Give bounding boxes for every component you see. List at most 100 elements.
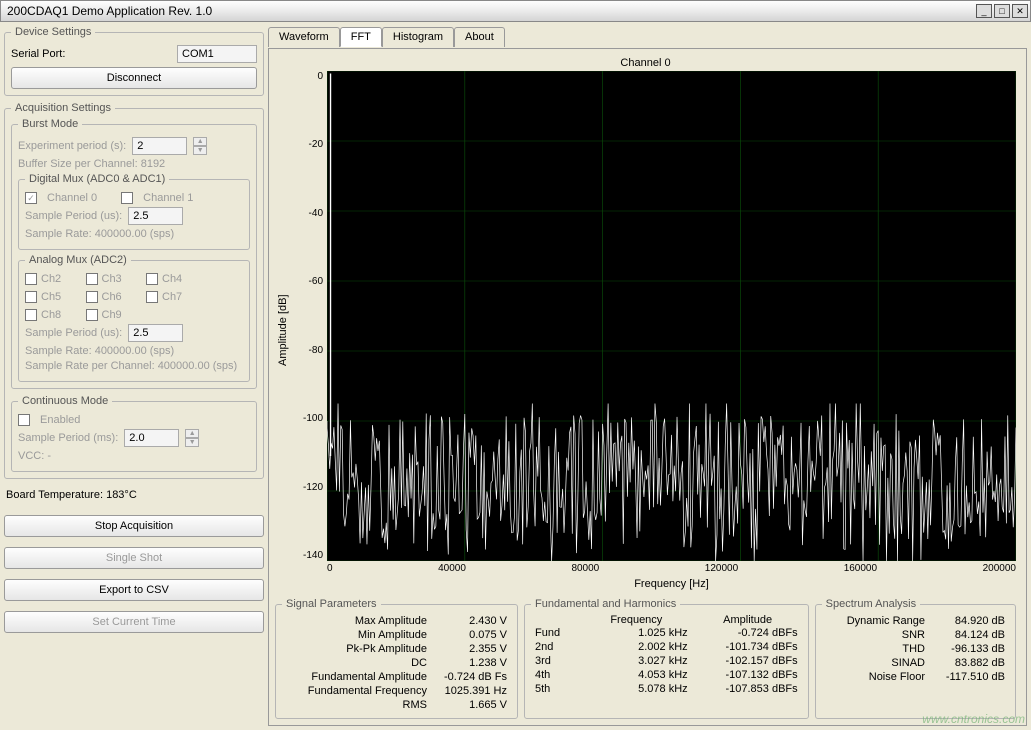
fft-plot (327, 71, 1016, 561)
continuous-sample-period-spinner[interactable]: ▲▼ (185, 429, 199, 447)
ch4-label: Ch4 (162, 273, 182, 285)
minimize-button[interactable]: _ (976, 4, 992, 18)
spec-value: 83.882 dB (925, 657, 1005, 669)
disconnect-button[interactable]: Disconnect (11, 67, 257, 89)
chart-container: Channel 0 Amplitude [dB] 0 -20 -40 -60 -… (268, 48, 1027, 726)
amux-sample-period-field[interactable] (128, 324, 183, 342)
spec-value: 84.920 dB (925, 615, 1005, 627)
xtick: 200000 (983, 563, 1016, 574)
param-value: 0.075 V (427, 629, 507, 641)
dmux-sample-period-label: Sample Period (us): (25, 210, 122, 222)
device-settings-group: Device Settings Serial Port: Disconnect (4, 26, 264, 96)
tab-fft[interactable]: FFT (340, 27, 382, 47)
ch4-checkbox[interactable] (146, 273, 158, 285)
param-key: Pk-Pk Amplitude (286, 643, 427, 655)
param-key: DC (286, 657, 427, 669)
tab-histogram[interactable]: Histogram (382, 27, 454, 47)
spec-value: 84.124 dB (925, 629, 1005, 641)
right-panel: Waveform FFT Histogram About Channel 0 A… (268, 26, 1027, 726)
harm-name: 2nd (535, 641, 575, 653)
continuous-sample-period-label: Sample Period (ms): (18, 432, 118, 444)
acquisition-settings-legend: Acquisition Settings (11, 102, 115, 114)
ytick: -80 (291, 345, 323, 356)
tab-about[interactable]: About (454, 27, 505, 47)
ch9-label: Ch9 (102, 309, 122, 321)
serial-port-field[interactable] (177, 45, 257, 63)
harmonics-group: Fundamental and Harmonics Frequency Ampl… (524, 598, 809, 719)
channel-0-checkbox[interactable]: ✓ (25, 192, 37, 204)
left-panel: Device Settings Serial Port: Disconnect … (4, 26, 264, 726)
harm-amp: -107.132 dBFs (698, 669, 798, 681)
export-csv-button[interactable]: Export to CSV (4, 579, 264, 601)
harm-freq: 4.053 kHz (575, 669, 698, 681)
harm-freq: 2.002 kHz (575, 641, 698, 653)
harm-amp: -102.157 dBFs (698, 655, 798, 667)
ch3-label: Ch3 (102, 273, 122, 285)
ytick: -120 (291, 482, 323, 493)
param-key: RMS (286, 699, 427, 711)
tab-strip: Waveform FFT Histogram About (268, 26, 1027, 46)
single-shot-button[interactable]: Single Shot (4, 547, 264, 569)
dmux-sample-period-field[interactable] (128, 207, 183, 225)
signal-parameters-group: Signal Parameters Max Amplitude2.430 VMi… (275, 598, 518, 719)
param-key: Fundamental Amplitude (286, 671, 427, 683)
param-key: Max Amplitude (286, 615, 427, 627)
spec-key: SINAD (826, 657, 925, 669)
continuous-mode-legend: Continuous Mode (18, 395, 112, 407)
buffer-size-label: Buffer Size per Channel: 8192 (18, 158, 165, 170)
ch6-checkbox[interactable] (86, 291, 98, 303)
tab-waveform[interactable]: Waveform (268, 27, 340, 47)
ch2-label: Ch2 (41, 273, 61, 285)
ch8-checkbox[interactable] (25, 309, 37, 321)
dmux-sample-rate-label: Sample Rate: 400000.00 (sps) (25, 228, 174, 240)
harm-name: Fund (535, 627, 575, 639)
harmonics-amp-header: Amplitude (698, 614, 798, 626)
param-value: 1025.391 Hz (427, 685, 507, 697)
amux-sample-period-label: Sample Period (us): (25, 327, 122, 339)
harm-freq: 3.027 kHz (575, 655, 698, 667)
continuous-enabled-checkbox[interactable] (18, 414, 30, 426)
ch7-checkbox[interactable] (146, 291, 158, 303)
param-value: 1.665 V (427, 699, 507, 711)
ch9-checkbox[interactable] (86, 309, 98, 321)
spec-value: -117.510 dB (925, 671, 1005, 683)
stop-acquisition-button[interactable]: Stop Acquisition (4, 515, 264, 537)
param-key: Fundamental Frequency (286, 685, 427, 697)
vcc-label: VCC: - (18, 450, 51, 462)
close-button[interactable]: ✕ (1012, 4, 1028, 18)
spec-key: THD (826, 643, 925, 655)
analog-mux-legend: Analog Mux (ADC2) (25, 254, 131, 266)
harm-amp: -0.724 dBFs (698, 627, 798, 639)
xtick: 120000 (705, 563, 738, 574)
spectrum-analysis-group: Spectrum Analysis Dynamic Range84.920 dB… (815, 598, 1016, 719)
window-controls: _ □ ✕ (976, 4, 1028, 18)
signal-parameters-legend: Signal Parameters (282, 598, 381, 610)
spec-key: Noise Floor (826, 671, 925, 683)
chart-title: Channel 0 (275, 55, 1016, 71)
xtick: 160000 (844, 563, 877, 574)
ytick: -20 (291, 139, 323, 150)
continuous-sample-period-field[interactable] (124, 429, 179, 447)
channel-1-label: Channel 1 (143, 192, 193, 204)
xtick: 40000 (438, 563, 466, 574)
ch8-label: Ch8 (41, 309, 61, 321)
ytick: -60 (291, 276, 323, 287)
window-title: 200CDAQ1 Demo Application Rev. 1.0 (7, 4, 212, 18)
spec-key: SNR (826, 629, 925, 641)
spectrum-analysis-legend: Spectrum Analysis (822, 598, 920, 610)
maximize-button[interactable]: □ (994, 4, 1010, 18)
channel-1-checkbox[interactable] (121, 192, 133, 204)
ch2-checkbox[interactable] (25, 273, 37, 285)
experiment-period-spinner[interactable]: ▲▼ (193, 137, 207, 155)
harm-name: 5th (535, 683, 575, 695)
set-current-time-button[interactable]: Set Current Time (4, 611, 264, 633)
title-bar: 200CDAQ1 Demo Application Rev. 1.0 _ □ ✕ (0, 0, 1031, 22)
burst-mode-legend: Burst Mode (18, 118, 82, 130)
spec-key: Dynamic Range (826, 615, 925, 627)
ch5-checkbox[interactable] (25, 291, 37, 303)
experiment-period-field[interactable] (132, 137, 187, 155)
ch3-checkbox[interactable] (86, 273, 98, 285)
ch6-label: Ch6 (102, 291, 122, 303)
channel-0-label: Channel 0 (47, 192, 97, 204)
amux-sample-rate-per-channel-label: Sample Rate per Channel: 400000.00 (sps) (25, 360, 237, 372)
